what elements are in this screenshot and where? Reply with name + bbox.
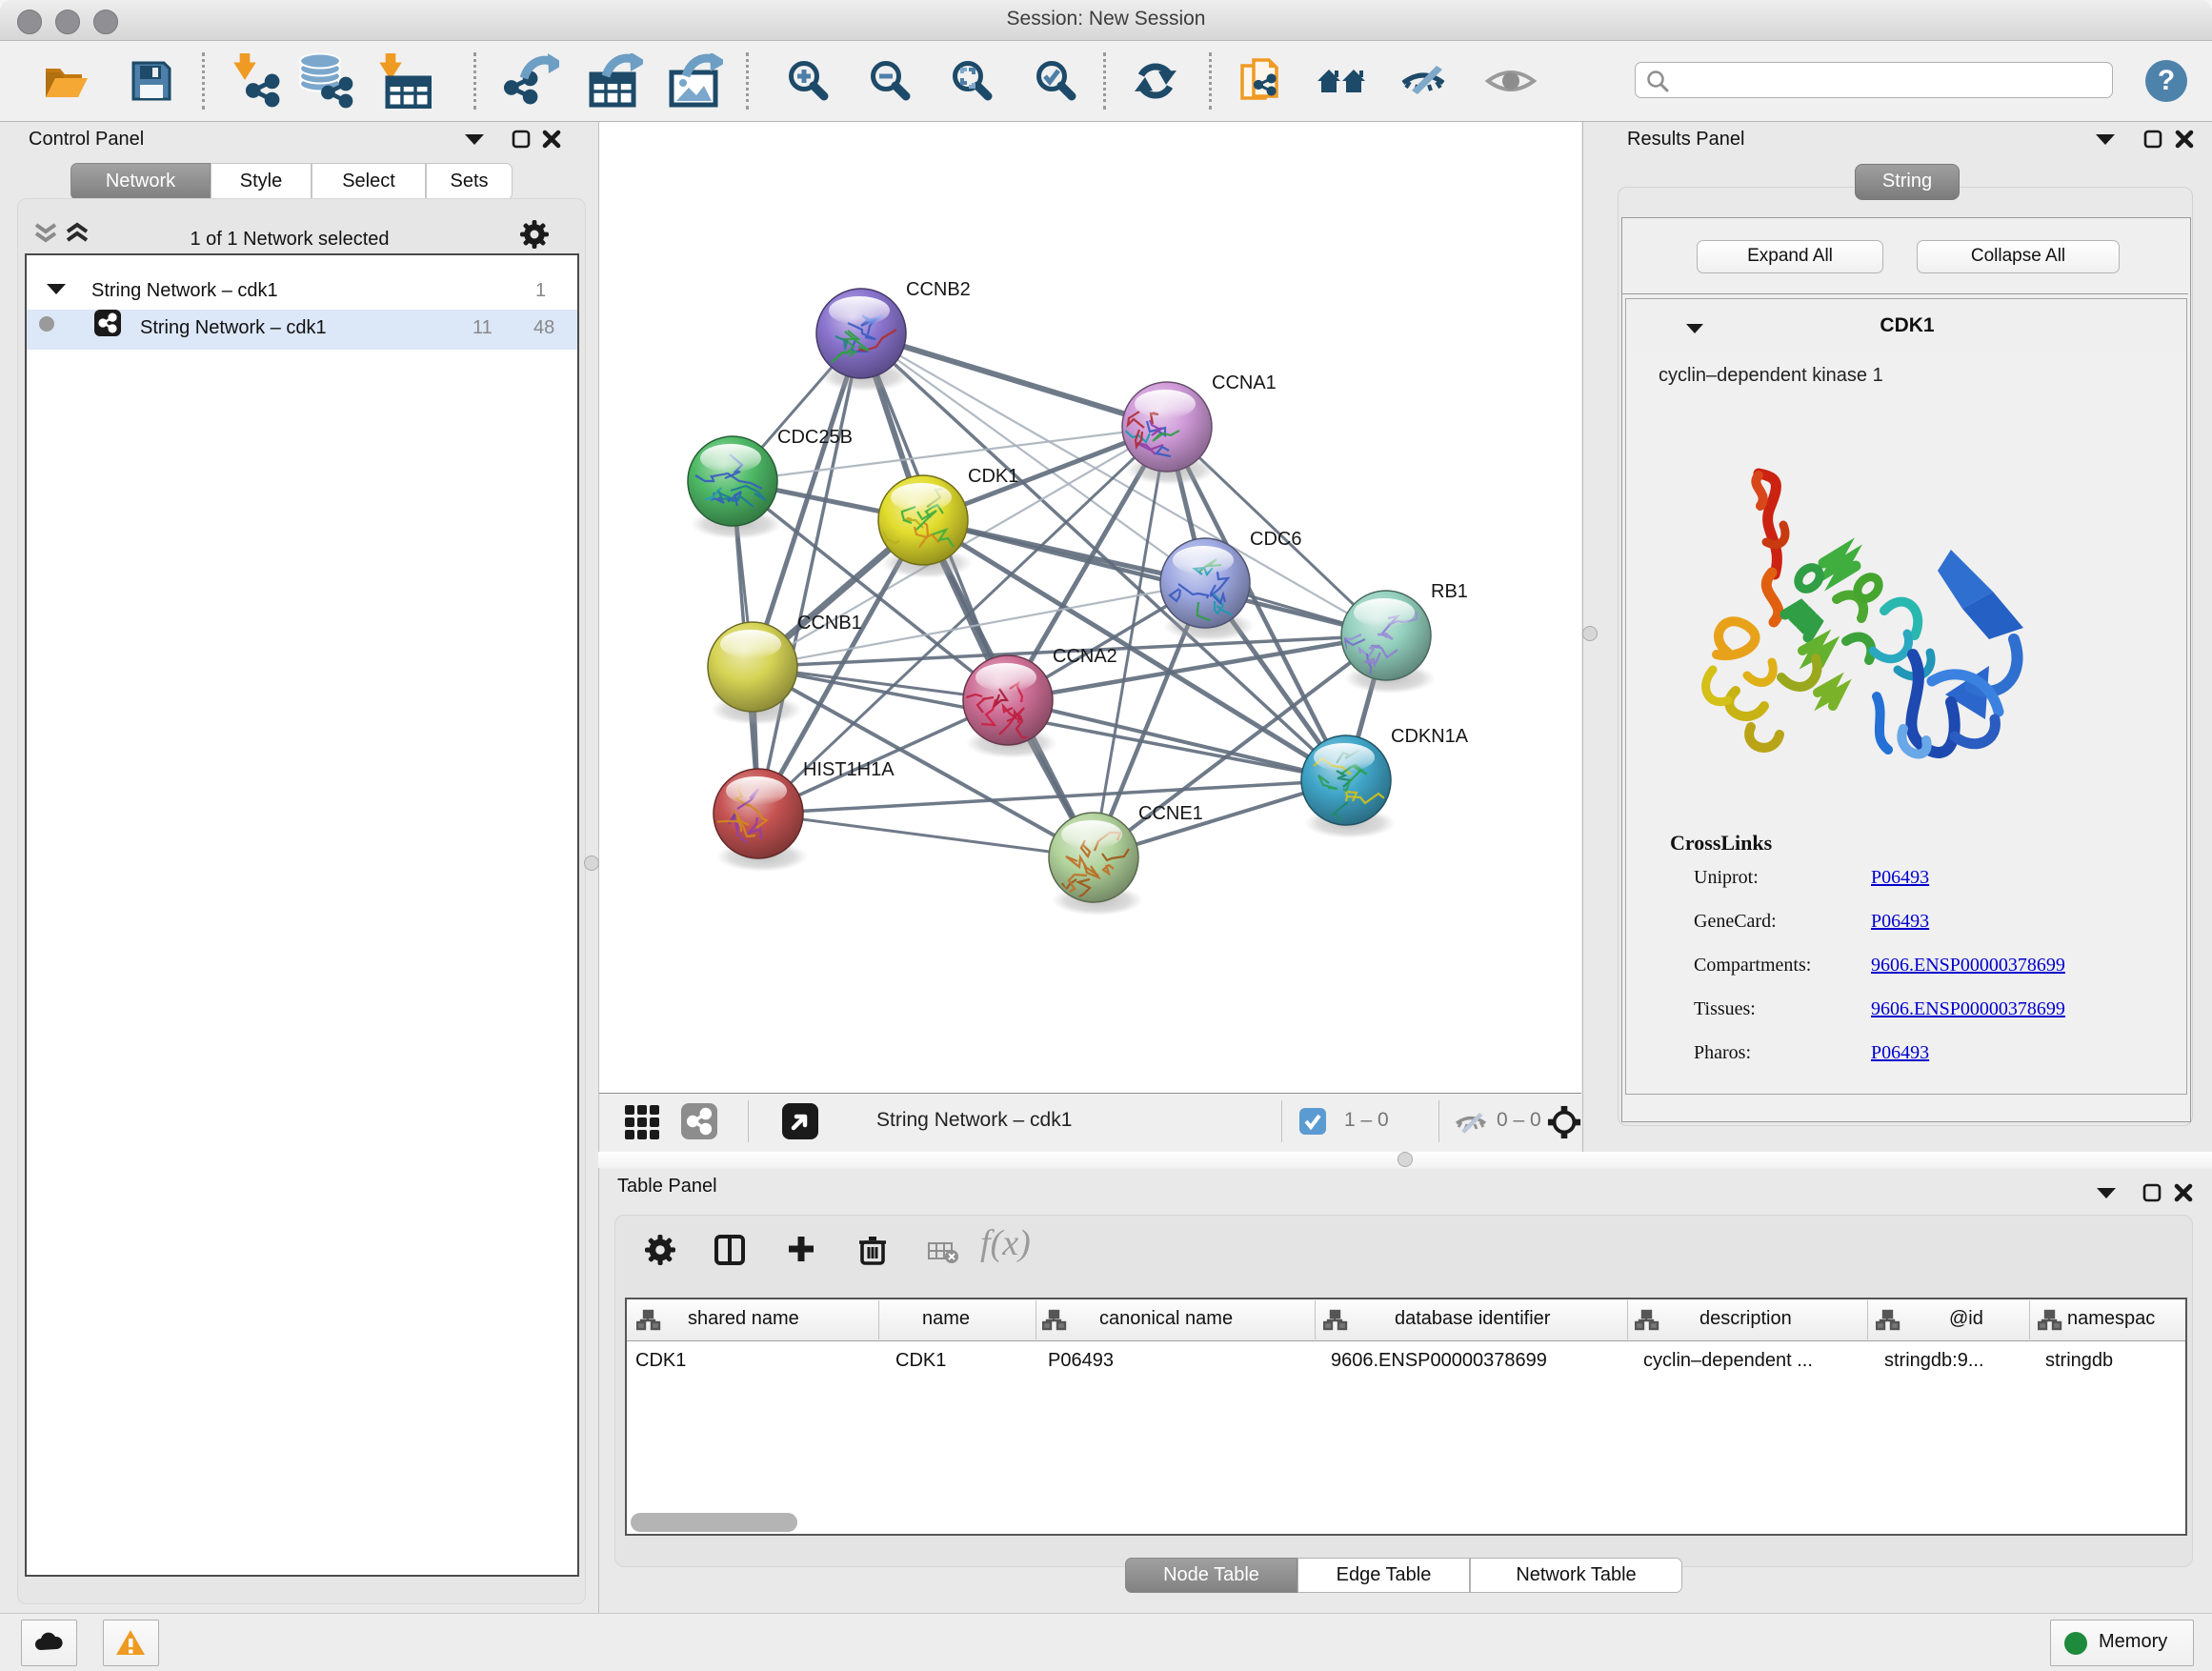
svg-text:CCNB1: CCNB1: [797, 613, 862, 634]
svg-text:CCNA2: CCNA2: [1053, 646, 1117, 667]
svg-text:RB1: RB1: [1431, 581, 1468, 602]
svg-text:HIST1H1A: HIST1H1A: [803, 759, 895, 780]
svg-text:CCNB2: CCNB2: [906, 279, 971, 300]
svg-text:CDC6: CDC6: [1250, 529, 1301, 550]
svg-text:CDC25B: CDC25B: [777, 427, 853, 448]
svg-text:CDK1: CDK1: [968, 466, 1018, 487]
svg-text:CCNE1: CCNE1: [1138, 803, 1203, 824]
svg-text:?: ?: [2158, 65, 2175, 96]
svg-text:CDKN1A: CDKN1A: [1391, 726, 1469, 747]
svg-text:CCNA1: CCNA1: [1212, 372, 1277, 393]
